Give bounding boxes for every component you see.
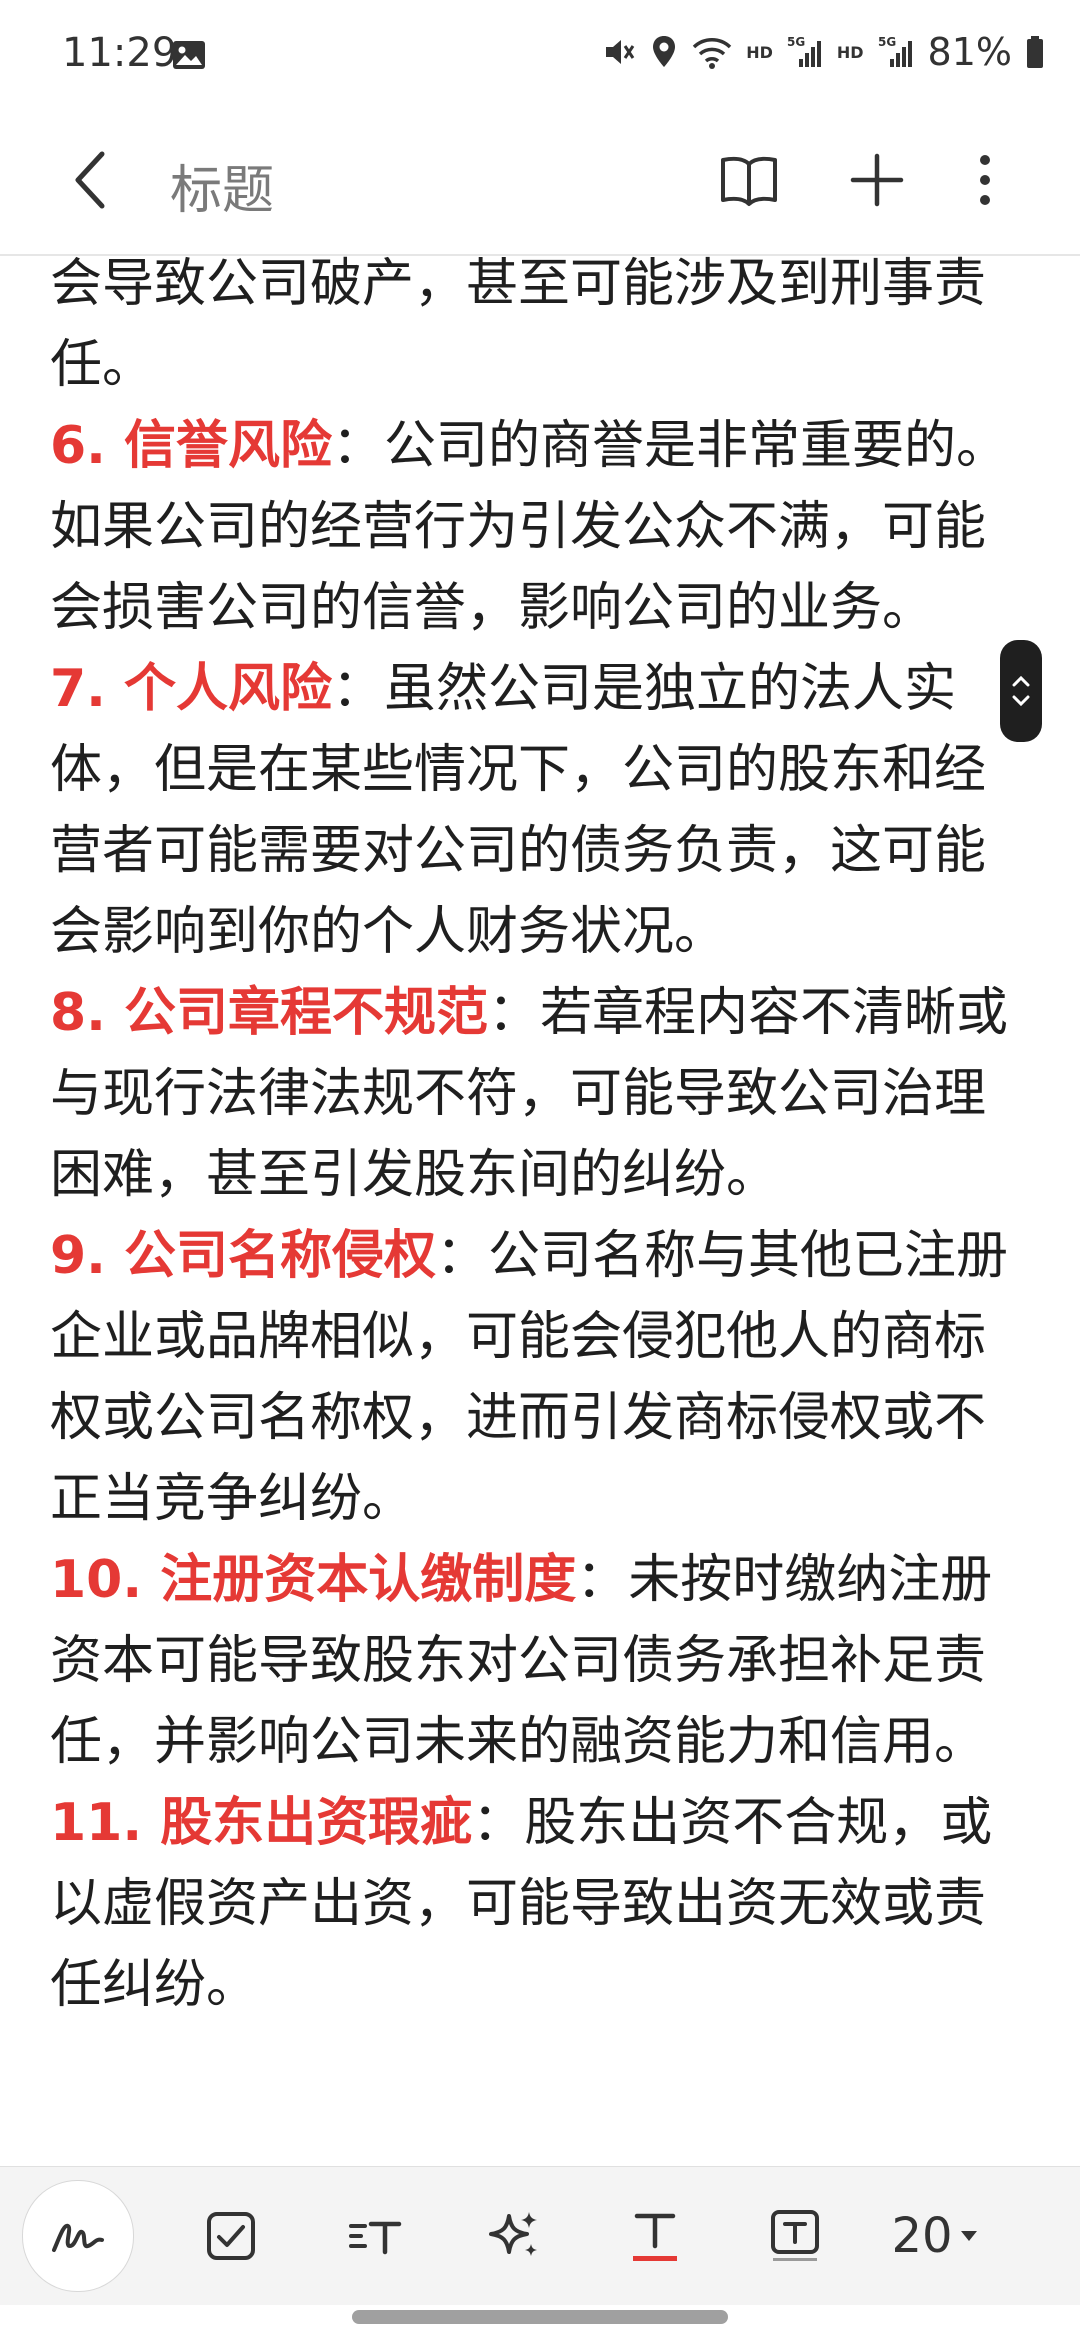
paragraph[interactable]: 8. 公司章程不规范：若章程内容不清晰或与现行法律法规不符，可能导致公司治理困难… bbox=[50, 973, 1030, 1216]
mute-icon bbox=[602, 35, 636, 69]
more-options-icon bbox=[980, 155, 990, 205]
paragraph[interactable]: 11. 股东出资瑕疵：股东出资不合规，或以虚假资产出资，可能导致出资无效或责任纠… bbox=[50, 1783, 1030, 2026]
risk-heading: 10. 注册资本认缴制度 bbox=[50, 1550, 577, 1610]
note-body[interactable]: 会导致公司破产，甚至可能涉及到刑事责任。 6. 信誉风险：公司的商誉是非常重要的… bbox=[50, 256, 1030, 2166]
location-icon bbox=[650, 34, 678, 70]
status-icons: HD 5G HD 5G 81% bbox=[602, 30, 1044, 74]
wifi-icon bbox=[692, 35, 732, 69]
font-size-value: 20 bbox=[891, 2208, 953, 2264]
ai-assist-button[interactable] bbox=[480, 2167, 550, 2305]
paragraph[interactable]: 9. 公司名称侵权：公司名称与其他已注册企业或品牌相似，可能会侵犯他人的商标权或… bbox=[50, 1216, 1030, 1540]
ai-assist-icon bbox=[489, 2212, 537, 2256]
note-title[interactable]: 标题 bbox=[170, 148, 274, 223]
back-icon bbox=[75, 151, 105, 209]
text-box-icon bbox=[771, 2210, 819, 2261]
more-options-button[interactable] bbox=[950, 144, 1020, 216]
font-size-selector[interactable]: 20 bbox=[880, 2167, 990, 2305]
paragraph[interactable]: 7. 个人风险：虽然公司是独立的法人实体，但是在某些情况下，公司的股东和经营者可… bbox=[50, 649, 1030, 973]
paragraph-style-icon bbox=[349, 2221, 402, 2255]
checklist-button[interactable] bbox=[196, 2167, 266, 2305]
paragraph-style-button[interactable] bbox=[340, 2167, 410, 2305]
network-hd-label-2: HD bbox=[836, 42, 864, 62]
risk-heading: 11. 股东出资瑕疵 bbox=[50, 1793, 473, 1853]
text-format-icon bbox=[633, 2213, 677, 2261]
signal-5g-icon-2: 5G bbox=[878, 35, 914, 69]
app-bar: 标题 bbox=[0, 110, 1080, 256]
gallery-notification-icon bbox=[173, 41, 205, 69]
svg-text:5G: 5G bbox=[878, 35, 896, 49]
add-button[interactable] bbox=[842, 144, 912, 216]
note-text[interactable]: 会导致公司破产，甚至可能涉及到刑事责任。 6. 信誉风险：公司的商誉是非常重要的… bbox=[50, 256, 1030, 2026]
status-time: 11:29 bbox=[62, 30, 178, 76]
text-format-button[interactable] bbox=[620, 2167, 690, 2305]
dropdown-arrow-icon bbox=[960, 2231, 977, 2241]
battery-icon bbox=[1026, 35, 1044, 69]
battery-percent: 81% bbox=[927, 30, 1012, 74]
risk-heading: 9. 公司名称侵权 bbox=[50, 1226, 437, 1286]
risk-heading: 6. 信誉风险 bbox=[50, 416, 333, 476]
reader-mode-button[interactable] bbox=[714, 144, 784, 216]
risk-heading: 7. 个人风险 bbox=[50, 659, 333, 719]
text-box-button[interactable] bbox=[760, 2167, 830, 2305]
reader-mode-icon bbox=[721, 156, 777, 206]
network-hd-label: HD bbox=[746, 42, 773, 62]
fast-scroll-handle[interactable] bbox=[1000, 640, 1042, 742]
paragraph[interactable]: 会导致公司破产，甚至可能涉及到刑事责任。 bbox=[50, 256, 1030, 406]
editing-toolbar: 20 bbox=[0, 2166, 1080, 2305]
paragraph[interactable]: 10. 注册资本认缴制度：未按时缴纳注册资本可能导致股东对公司债务承担补足责任，… bbox=[50, 1540, 1030, 1783]
chevron-up-icon bbox=[1012, 675, 1030, 687]
handwriting-circle bbox=[22, 2180, 134, 2292]
gesture-navigation-bar[interactable] bbox=[352, 2310, 728, 2324]
add-icon bbox=[850, 153, 904, 207]
paragraph[interactable]: 6. 信誉风险：公司的商誉是非常重要的。如果公司的经营行为引发公众不满，可能会损… bbox=[50, 406, 1030, 649]
chevron-down-icon bbox=[1012, 695, 1030, 707]
back-button[interactable] bbox=[62, 144, 122, 216]
status-bar: 11:29 HD 5G HD 5G 81% bbox=[0, 0, 1080, 110]
signal-5g-icon: 5G bbox=[787, 35, 823, 69]
handwriting-icon bbox=[52, 2223, 104, 2252]
paragraph-text: 会导致公司破产，甚至可能涉及到刑事责任。 bbox=[50, 256, 987, 395]
risk-heading: 8. 公司章程不规范 bbox=[50, 983, 489, 1043]
checklist-icon bbox=[207, 2212, 255, 2260]
svg-text:5G: 5G bbox=[787, 35, 805, 49]
handwriting-button[interactable] bbox=[22, 2167, 134, 2305]
